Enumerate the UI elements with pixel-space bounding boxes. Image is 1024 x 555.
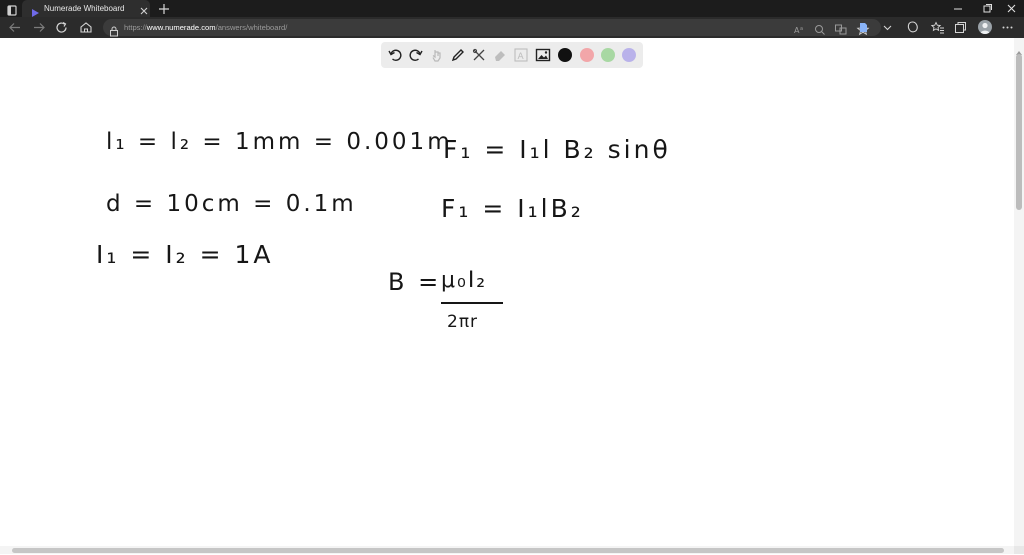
scroll-up-icon[interactable] — [1016, 41, 1022, 55]
vertical-scrollbar[interactable] — [1014, 38, 1024, 550]
collections-icon[interactable] — [953, 20, 968, 35]
close-tab-icon[interactable] — [139, 2, 149, 15]
extension-icon[interactable] — [856, 20, 871, 35]
url-path: /answers/whiteboard/ — [215, 23, 288, 32]
undo-icon[interactable] — [387, 47, 403, 63]
minimize-icon[interactable] — [950, 1, 966, 16]
equation-field-denominator: 2πr — [447, 312, 479, 332]
tools-icon[interactable] — [471, 47, 487, 63]
fraction-bar — [441, 302, 503, 304]
back-icon[interactable] — [7, 20, 23, 35]
svg-text:a: a — [800, 26, 803, 32]
scrollbar-corner — [1014, 546, 1024, 554]
color-swatch-green[interactable] — [601, 48, 615, 62]
whiteboard-canvas[interactable] — [0, 38, 1014, 546]
browser-essentials-icon[interactable] — [905, 20, 920, 35]
equation-force: F₁ = I₁lB₂ — [441, 194, 584, 223]
equation-field-numerator: μ₀I₂ — [441, 268, 488, 293]
equation-distance: d = 10cm = 0.1m — [106, 191, 357, 217]
pen-icon[interactable] — [450, 47, 466, 63]
svg-text:A: A — [518, 52, 525, 62]
translate-icon[interactable] — [834, 21, 848, 35]
zoom-icon[interactable] — [813, 21, 827, 35]
tab-numerade-whiteboard[interactable]: Numerade Whiteboard — [22, 0, 150, 17]
tab-actions-icon[interactable] — [5, 2, 19, 16]
read-aloud-icon[interactable]: Aa — [793, 21, 807, 35]
more-extensions-icon[interactable] — [880, 20, 895, 35]
pointer-icon[interactable] — [429, 47, 445, 63]
url-field[interactable]: https://www.numerade.com/answers/whitebo… — [103, 19, 881, 37]
equation-lengths: l₁ = l₂ = 1mm = 0.001m — [106, 129, 453, 155]
text-icon[interactable]: A — [513, 47, 529, 63]
horizontal-scroll-thumb[interactable] — [12, 548, 1004, 553]
horizontal-scrollbar[interactable] — [0, 546, 1014, 554]
image-icon[interactable] — [535, 47, 551, 63]
color-swatch-black[interactable] — [558, 48, 572, 62]
equation-field-lhs: B = — [388, 268, 442, 296]
profile-avatar[interactable] — [978, 20, 992, 34]
restore-icon[interactable] — [979, 1, 995, 16]
new-tab-button[interactable] — [157, 1, 171, 15]
settings-menu-icon[interactable] — [1000, 20, 1015, 35]
equation-force-sin: F₁ = I₁l B₂ sinθ — [443, 135, 671, 164]
refresh-icon[interactable] — [54, 20, 70, 35]
color-swatch-red[interactable] — [580, 48, 594, 62]
tab-title: Numerade Whiteboard — [44, 4, 125, 13]
url-scheme: https:// — [124, 23, 147, 32]
forward-icon[interactable] — [31, 20, 47, 35]
color-swatch-purple[interactable] — [622, 48, 636, 62]
drawing-toolbar: A — [381, 42, 643, 68]
url-host: www.numerade.com — [146, 23, 216, 32]
eraser-icon[interactable] — [492, 47, 508, 63]
address-bar: https://www.numerade.com/answers/whitebo… — [0, 17, 1024, 38]
home-icon[interactable] — [78, 20, 94, 35]
vertical-scroll-thumb[interactable] — [1016, 54, 1022, 210]
tab-bar: Numerade Whiteboard — [0, 0, 1024, 17]
favorites-icon[interactable] — [930, 20, 945, 35]
url-text: https://www.numerade.com/answers/whitebo… — [124, 20, 287, 35]
redo-icon[interactable] — [408, 47, 424, 63]
close-window-icon[interactable] — [1004, 1, 1020, 16]
scroll-down-icon[interactable] — [1016, 536, 1022, 550]
equation-currents: I₁ = I₂ = 1A — [96, 240, 274, 269]
